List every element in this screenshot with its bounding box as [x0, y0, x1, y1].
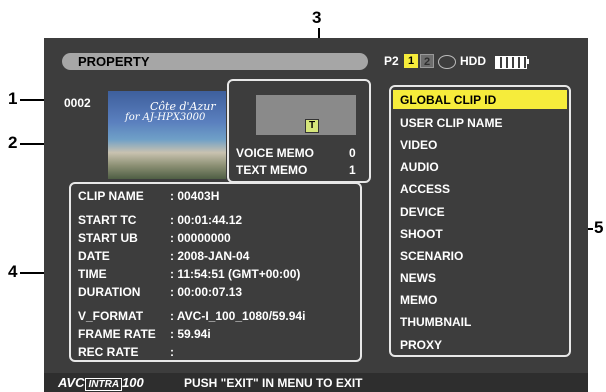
logo-intra-text: INTRA — [85, 378, 123, 391]
page-title: PROPERTY — [78, 54, 150, 69]
menu-item-audio[interactable]: AUDIO — [400, 160, 439, 174]
thumbnail-caption-2: for AJ-HPX3000 — [125, 112, 206, 123]
menu-item-global-clip-id[interactable]: GLOBAL CLIP ID — [400, 93, 496, 107]
info-label-start-tc: START TC — [78, 213, 137, 227]
drive-icon — [438, 55, 456, 69]
logo-100-text: 100 — [122, 375, 144, 390]
text-memo-icon: T — [305, 119, 319, 133]
menu-item-proxy[interactable]: PROXY — [400, 338, 442, 352]
avc-intra-logo: AVC INTRA 100 — [58, 375, 144, 391]
info-label-time: TIME — [78, 267, 107, 281]
menu-item-news[interactable]: NEWS — [400, 271, 436, 285]
slot-1-indicator: 1 — [404, 54, 418, 68]
info-label-frame-rate: FRAME RATE — [78, 327, 156, 341]
info-label-duration: DURATION — [78, 285, 141, 299]
footer-message: PUSH "EXIT" IN MENU TO EXIT — [184, 376, 363, 390]
callout-3: 3 — [312, 8, 322, 27]
menu-item-access[interactable]: ACCESS — [400, 182, 450, 196]
slot-2-indicator: 2 — [420, 54, 434, 68]
info-value-rec-rate: : — [170, 345, 174, 359]
menu-item-video[interactable]: VIDEO — [400, 138, 437, 152]
menu-item-memo[interactable]: MEMO — [400, 293, 437, 307]
battery-tip-icon — [527, 59, 529, 64]
menu-item-thumbnail[interactable]: THUMBNAIL — [400, 315, 471, 329]
hdd-label: HDD — [460, 54, 486, 68]
info-label-v-format: V_FORMAT — [78, 309, 144, 323]
info-label-date: DATE — [78, 249, 110, 263]
info-label-clip-name: CLIP NAME — [78, 189, 144, 203]
info-value-duration: : 00:00:07.13 — [170, 285, 243, 299]
logo-avc-text: AVC — [58, 375, 85, 390]
menu-item-device[interactable]: DEVICE — [400, 205, 445, 219]
callout-5: 5 — [594, 218, 604, 237]
menu-item-user-clip-name[interactable]: USER CLIP NAME — [400, 116, 502, 130]
voice-memo-count: 0 — [349, 146, 356, 160]
info-value-date: : 2008-JAN-04 — [170, 249, 250, 263]
callout-1: 1 — [8, 89, 18, 108]
info-value-v-format: : AVC-I_100_1080/59.94i — [170, 309, 306, 323]
menu-item-scenario[interactable]: SCENARIO — [400, 249, 463, 263]
info-value-start-ub: : 00000000 — [170, 231, 231, 245]
info-value-frame-rate: : 59.94i — [170, 327, 211, 341]
text-memo-count: 1 — [349, 163, 356, 177]
info-value-time: : 11:54:51 (GMT+00:00) — [170, 267, 301, 281]
media-label: P2 — [384, 54, 399, 68]
voice-memo-label: VOICE MEMO — [236, 146, 315, 160]
callout-2: 2 — [8, 133, 18, 152]
info-label-start-ub: START UB — [78, 231, 138, 245]
callout-4: 4 — [8, 262, 18, 281]
clip-number: 0002 — [64, 96, 91, 110]
info-value-start-tc: : 00:01:44.12 — [170, 213, 243, 227]
text-memo-label: TEXT MEMO — [236, 163, 308, 177]
menu-item-shoot[interactable]: SHOOT — [400, 227, 443, 241]
info-label-rec-rate: REC RATE — [78, 345, 139, 359]
info-value-clip-name: : 00403H — [170, 189, 220, 203]
battery-icon — [495, 56, 527, 69]
